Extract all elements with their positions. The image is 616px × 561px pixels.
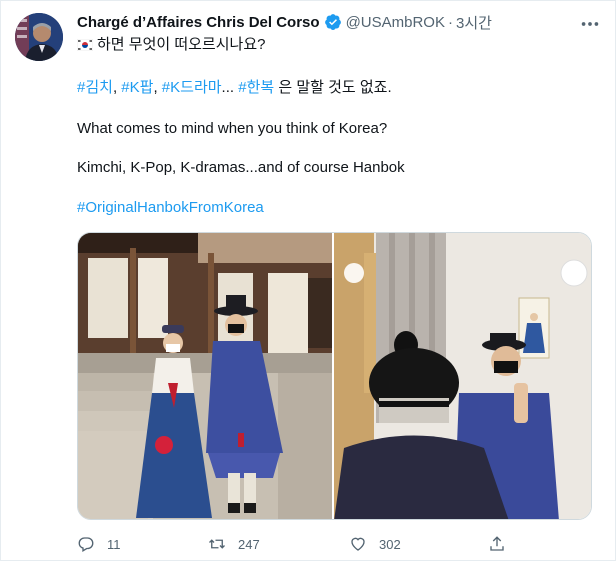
ellipsis: ... <box>221 79 235 96</box>
tweet-text-question: What comes to mind when you think of Kor… <box>77 120 388 137</box>
comma: , <box>153 79 158 96</box>
author-handle[interactable]: @USAmbROK <box>346 14 445 31</box>
reply-count: 11 <box>107 536 121 552</box>
separator-dot: · <box>447 13 453 31</box>
more-icon[interactable] <box>579 13 601 35</box>
hashtag-original-hanbok[interactable]: #OriginalHanbokFromKorea <box>77 198 597 218</box>
reply-button[interactable]: 11 <box>77 533 121 555</box>
tweet-media <box>77 232 592 520</box>
hashtag-kimchi[interactable]: #김치 <box>77 79 113 96</box>
retweet-icon <box>209 539 225 549</box>
tweet-header: Chargé d’Affaires Chris Del Corso @USAmb… <box>77 11 597 33</box>
tweet-text-answer: Kimchi, K-Pop, K-dramas...and of course … <box>77 159 405 176</box>
avatar[interactable] <box>15 13 63 61</box>
share-button[interactable] <box>488 533 518 555</box>
tweet-card[interactable]: Chargé d’Affaires Chris Del Corso @USAmb… <box>0 0 616 561</box>
tweet-text-intro: 하면 무엇이 떠오르시나요? <box>97 36 266 53</box>
share-icon <box>490 536 504 551</box>
reply-icon <box>78 537 94 552</box>
tweet-text-line1: 하면 무엇이 떠오르시나요? <box>77 35 597 55</box>
like-button[interactable]: 302 <box>349 533 401 555</box>
heart-icon <box>351 537 365 551</box>
comma: , <box>112 79 118 96</box>
korea-flag-icon <box>77 39 93 51</box>
timestamp[interactable]: 3시간 <box>456 12 492 33</box>
retweet-button[interactable]: 247 <box>208 533 260 555</box>
author-display-name[interactable]: Chargé d’Affaires Chris Del Corso <box>77 14 320 31</box>
hashtag-kdrama[interactable]: #K드라마 <box>162 79 222 96</box>
photo-hanbok-couple[interactable] <box>78 233 332 519</box>
verified-badge-icon <box>324 14 341 30</box>
tweet-text-tail: 은 말할 것도 없죠. <box>274 79 392 96</box>
tweet-actions: 11 247 302 <box>77 533 517 555</box>
retweet-count: 247 <box>238 536 260 552</box>
tweet-text-hashtags: #김치, #K팝, #K드라마... #한복 은 말할 것도 없죠. <box>77 78 597 98</box>
hashtag-hanbok[interactable]: #한복 <box>238 79 274 96</box>
like-count: 302 <box>379 536 401 552</box>
hashtag-kpop[interactable]: #K팝 <box>121 79 153 96</box>
photo-mirror-selfie[interactable] <box>334 233 591 519</box>
